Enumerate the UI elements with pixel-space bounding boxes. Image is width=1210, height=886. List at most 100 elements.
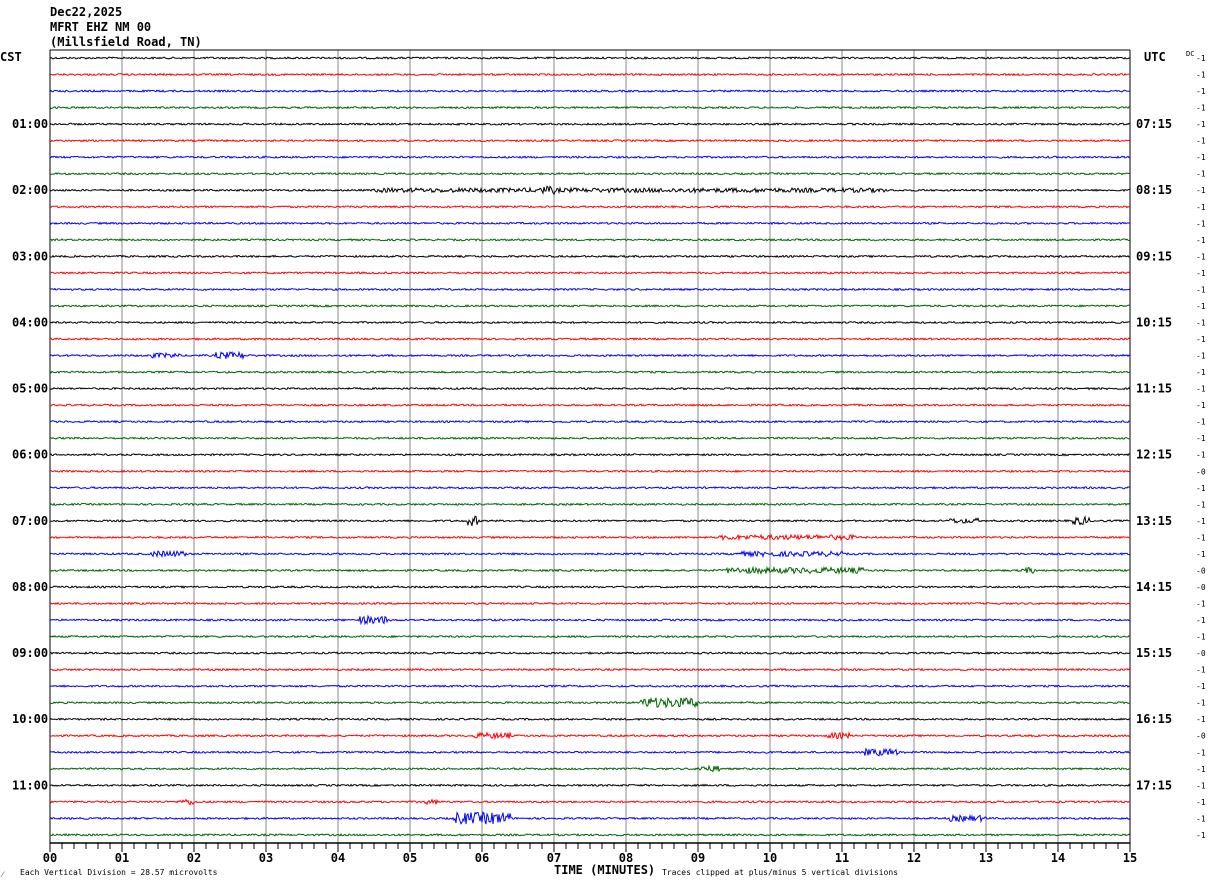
dc-offset-label: -1 [1196, 71, 1206, 80]
dc-offset-label: -1 [1196, 831, 1206, 840]
trace-line [49, 271, 1131, 275]
x-tick-label: 13 [979, 851, 993, 865]
trace-line [49, 238, 1131, 242]
dc-offset-label: -1 [1196, 781, 1206, 790]
trace-line [49, 730, 1131, 741]
trace-line [49, 747, 1131, 757]
dc-offset-label: -1 [1196, 219, 1206, 228]
helicorder-plot: Dec22,2025 MFRT EHZ NM 00 (Millsfield Ro… [0, 5, 1206, 879]
left-hour-label: 05:00 [12, 382, 48, 396]
trace-line [49, 72, 1131, 77]
x-axis-label: TIME (MINUTES) [554, 863, 655, 877]
dc-offset-label: -1 [1196, 418, 1206, 427]
trace-line [49, 696, 1131, 709]
left-hour-label: 06:00 [12, 448, 48, 462]
trace-line [49, 452, 1131, 457]
trace-line [49, 833, 1131, 837]
right-hour-label: 07:15 [1136, 117, 1172, 131]
x-tick-label: 00 [43, 851, 57, 865]
right-hour-label: 16:15 [1136, 712, 1172, 726]
dc-offset-label: -1 [1196, 285, 1206, 294]
dc-offset-label: -1 [1196, 153, 1206, 162]
trace-line [49, 565, 1130, 575]
trace-line [49, 634, 1131, 639]
dc-offset-label: -0 [1196, 649, 1206, 658]
trace-line [49, 320, 1131, 325]
x-tick-label: 01 [115, 851, 129, 865]
dc-offset-label: -1 [1196, 120, 1206, 129]
dc-offset-label: -1 [1196, 252, 1206, 261]
time-labels: 01:00 02:00 03:00 04:00 05:00 06:00 07:00 08:00… [12, 54, 1206, 840]
minute-grid [49, 49, 1131, 843]
trace-line [49, 105, 1131, 110]
dc-offset-label: -1 [1196, 765, 1206, 774]
trace-line [49, 811, 1131, 825]
trace-line [49, 185, 1130, 196]
trace-line [49, 717, 1131, 722]
trace-line [49, 601, 1131, 606]
dc-offset-label: -1 [1196, 699, 1206, 708]
left-hour-label: 02:00 [12, 183, 48, 197]
dc-offset-label: -0 [1196, 467, 1206, 476]
dc-offset-label: -1 [1196, 484, 1206, 493]
left-timezone-label: CST [0, 50, 22, 64]
trace-line [49, 783, 1131, 788]
left-hour-label: 10:00 [12, 712, 48, 726]
trace-line [49, 370, 1131, 375]
trace-line [49, 138, 1131, 143]
dc-offset-label: -1 [1196, 599, 1206, 608]
scale-note: Each Vertical Division = 28.57 microvolt… [20, 868, 218, 877]
trace-line [49, 155, 1131, 160]
trace-line [49, 485, 1131, 490]
dc-offset-label: -0 [1196, 566, 1206, 575]
dc-offset-label: -1 [1196, 500, 1206, 509]
dc-offset-label: -1 [1196, 54, 1206, 63]
dc-offset-label: -0 [1196, 583, 1206, 592]
x-tick-label: 10 [763, 851, 777, 865]
dc-offset-label: -1 [1196, 616, 1206, 625]
dc-offset-label: -1 [1196, 434, 1206, 443]
dc-offset-label: -1 [1196, 318, 1206, 327]
date-label: Dec22,2025 [50, 5, 122, 19]
x-tick-label: 04 [331, 851, 345, 865]
dc-offset-label: -1 [1196, 87, 1206, 96]
trace-line [49, 651, 1131, 655]
dc-offset-label: -1 [1196, 715, 1206, 724]
dc-offset-label: -1 [1196, 748, 1206, 757]
right-hour-label: 09:15 [1136, 249, 1172, 263]
trace-line [49, 56, 1131, 60]
x-tick-label: 15 [1123, 851, 1137, 865]
dc-header: DC [1186, 50, 1194, 58]
dc-offset-label: -1 [1196, 137, 1206, 146]
trace-line [49, 614, 1131, 626]
dc-offset-label: -1 [1196, 666, 1206, 675]
scale-icon: ⁄ [0, 870, 5, 879]
trace-line [49, 667, 1131, 672]
x-tick-label: 03 [259, 851, 273, 865]
dc-offset-label: -1 [1196, 352, 1206, 361]
right-hour-label: 17:15 [1136, 778, 1172, 792]
trace-line [49, 350, 1131, 361]
trace-line [49, 549, 1130, 559]
trace-line [49, 515, 1131, 526]
dc-offset-label: -1 [1196, 517, 1206, 526]
trace-line [49, 533, 1131, 542]
dc-offset-label: -1 [1196, 302, 1206, 311]
left-hour-label: 04:00 [12, 315, 48, 329]
dc-offset-label: -1 [1196, 798, 1206, 807]
dc-offset-label: -1 [1196, 269, 1206, 278]
x-axis: 00 01 02 03 04 05 06 07 08 09 10 11 12 13 14 15 [43, 842, 1137, 865]
dc-offset-label: -1 [1196, 401, 1206, 410]
trace-line [49, 337, 1131, 341]
trace-line [49, 89, 1131, 93]
trace-line [49, 684, 1131, 689]
trace-line [50, 254, 1131, 259]
x-tick-label: 06 [475, 851, 489, 865]
trace-line [49, 403, 1131, 407]
trace-line [49, 469, 1131, 474]
location-label: (Millsfield Road, TN) [50, 35, 202, 49]
right-hour-label: 12:15 [1136, 448, 1172, 462]
x-tick-label: 09 [691, 851, 705, 865]
dc-offset-label: -1 [1196, 236, 1206, 245]
dc-offset-label: -1 [1196, 170, 1206, 179]
